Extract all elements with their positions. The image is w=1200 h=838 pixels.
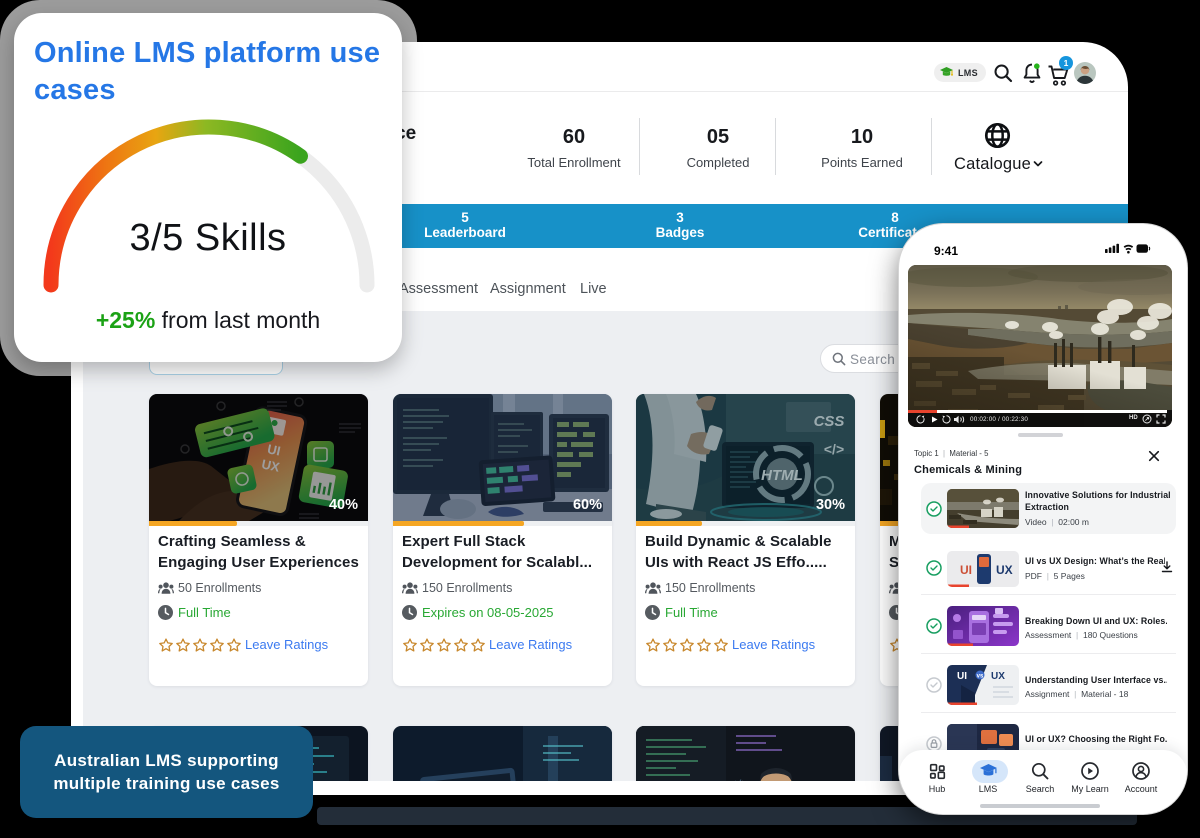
svg-text:vs: vs [977, 674, 984, 680]
svg-text:</>: </> [731, 779, 747, 781]
svg-text:UI: UI [957, 671, 967, 682]
svg-text:UX: UX [991, 671, 1005, 682]
svg-text:UI: UI [960, 563, 972, 577]
svg-text:UX: UX [996, 563, 1013, 577]
